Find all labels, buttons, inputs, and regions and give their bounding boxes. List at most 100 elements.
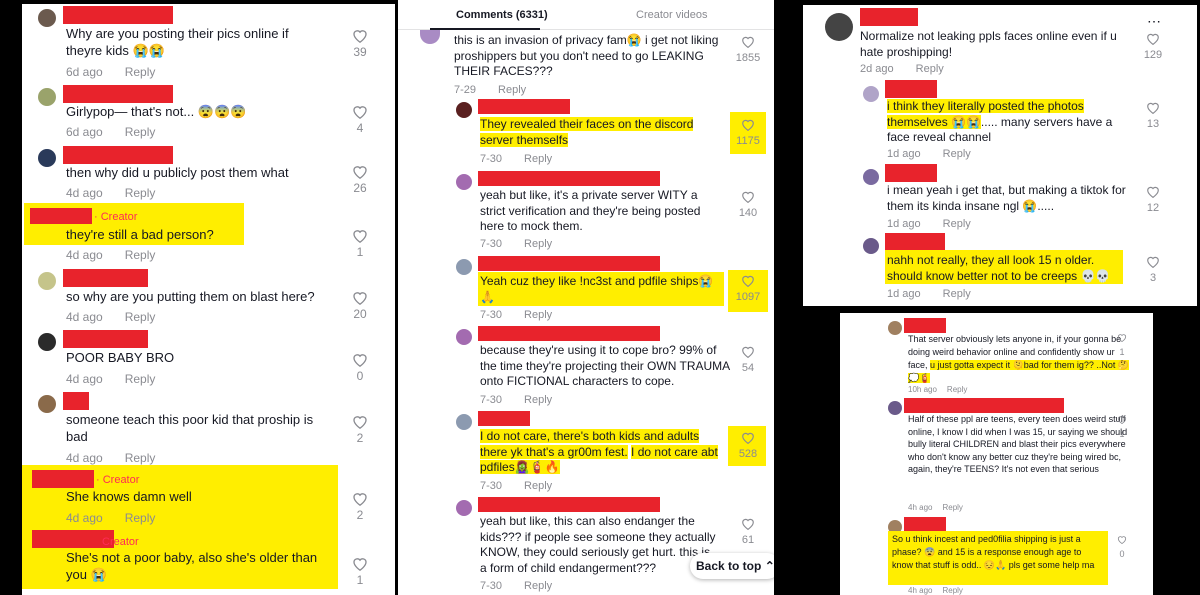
reply-button[interactable]: Reply bbox=[125, 511, 156, 525]
comment-text: Normalize not leaking ppls faces online … bbox=[860, 29, 1117, 59]
more-options-icon[interactable]: ⋯ bbox=[1147, 13, 1161, 30]
like-button[interactable]: 528 bbox=[732, 431, 764, 462]
reply-button[interactable]: Reply bbox=[125, 125, 156, 139]
like-button[interactable]: 2 bbox=[348, 491, 372, 524]
reply-button[interactable]: Reply bbox=[524, 309, 552, 321]
reply-button[interactable]: Reply bbox=[943, 148, 971, 160]
avatar[interactable] bbox=[38, 88, 56, 106]
comment-meta: 4d ago Reply bbox=[66, 248, 156, 262]
heart-icon bbox=[353, 416, 367, 429]
reply-button[interactable]: Reply bbox=[524, 153, 552, 165]
comment-meta: 4h ago Reply bbox=[908, 586, 963, 595]
comment-meta: 1d ago Reply bbox=[887, 288, 971, 300]
username-redacted bbox=[478, 497, 660, 512]
like-count: 39 bbox=[353, 45, 367, 59]
reply-button[interactable]: Reply bbox=[125, 372, 156, 386]
reply-button[interactable]: Reply bbox=[524, 238, 552, 250]
avatar[interactable] bbox=[38, 9, 56, 27]
like-button[interactable]: 1 bbox=[1114, 415, 1130, 442]
avatar[interactable] bbox=[38, 333, 56, 351]
heart-icon bbox=[1147, 186, 1159, 198]
comment-text: She's not a poor baby, also she's older … bbox=[66, 550, 318, 582]
comment-text: nahh not really, they all look 15 n olde… bbox=[887, 253, 1111, 283]
reply-button[interactable]: Reply bbox=[125, 451, 156, 465]
like-count: 20 bbox=[353, 307, 367, 321]
like-button[interactable]: 4 bbox=[348, 104, 372, 137]
like-button[interactable]: 12 bbox=[1139, 185, 1167, 216]
tab-comments[interactable]: Comments (6331) bbox=[456, 9, 548, 21]
comment-text: someone teach this poor kid that proship… bbox=[66, 412, 314, 444]
avatar[interactable] bbox=[38, 149, 56, 167]
like-button[interactable]: 39 bbox=[348, 28, 372, 61]
tab-creator-videos[interactable]: Creator videos bbox=[636, 9, 708, 21]
username-redacted bbox=[63, 330, 148, 348]
like-button[interactable]: 129 bbox=[1139, 32, 1167, 63]
reply-button[interactable]: Reply bbox=[916, 63, 944, 75]
like-button[interactable]: 2 bbox=[348, 414, 372, 447]
reply-button[interactable]: Reply bbox=[125, 186, 156, 200]
comments-panel-3: Normalize not leaking ppls faces online … bbox=[803, 5, 1197, 306]
like-button[interactable]: 1097 bbox=[732, 274, 764, 305]
heart-icon bbox=[1147, 33, 1159, 45]
avatar[interactable] bbox=[456, 500, 472, 516]
like-button[interactable]: 1 bbox=[348, 228, 372, 261]
username-redacted bbox=[860, 8, 918, 26]
avatar[interactable] bbox=[420, 30, 440, 44]
avatar[interactable] bbox=[456, 329, 472, 345]
like-button[interactable]: 61 bbox=[732, 517, 764, 548]
comment-meta: 4d ago Reply bbox=[66, 511, 156, 525]
avatar[interactable] bbox=[863, 169, 879, 185]
reply-button[interactable]: Reply bbox=[942, 503, 962, 512]
avatar[interactable] bbox=[825, 13, 853, 41]
comment-meta: 7-30 Reply bbox=[480, 580, 553, 592]
reply-button[interactable]: Reply bbox=[125, 248, 156, 262]
avatar[interactable] bbox=[863, 86, 879, 102]
like-button[interactable]: 54 bbox=[732, 345, 764, 376]
like-button[interactable]: 1 bbox=[348, 556, 372, 589]
reply-button[interactable]: Reply bbox=[943, 288, 971, 300]
like-count: 3 bbox=[1149, 272, 1157, 284]
back-to-top-button[interactable]: Back to top ⌃ bbox=[690, 553, 774, 579]
avatar[interactable] bbox=[456, 259, 472, 275]
avatar[interactable] bbox=[456, 414, 472, 430]
avatar[interactable] bbox=[888, 321, 902, 335]
reply-button[interactable]: Reply bbox=[524, 580, 552, 592]
username-redacted bbox=[885, 233, 945, 251]
reply-button[interactable]: Reply bbox=[125, 310, 156, 324]
like-button[interactable]: 0 bbox=[1114, 535, 1130, 562]
like-count: 528 bbox=[738, 448, 758, 460]
reply-button[interactable]: Reply bbox=[524, 480, 552, 492]
comment-text: yeah but like, it's a private server WIT… bbox=[480, 188, 701, 234]
like-count: 1 bbox=[1119, 347, 1125, 357]
avatar[interactable] bbox=[863, 238, 879, 254]
like-button[interactable]: 0 bbox=[348, 352, 372, 385]
reply-button[interactable]: Reply bbox=[125, 65, 156, 79]
comment-meta: 7-29 Reply bbox=[454, 84, 527, 96]
avatar[interactable] bbox=[456, 174, 472, 190]
like-button[interactable]: 1175 bbox=[732, 118, 764, 149]
comment-meta: 6d ago Reply bbox=[66, 65, 156, 79]
reply-button[interactable]: Reply bbox=[942, 586, 962, 595]
like-button[interactable]: 1 bbox=[1114, 333, 1130, 360]
reply-button[interactable]: Reply bbox=[943, 218, 971, 230]
like-button[interactable]: 1855 bbox=[732, 35, 764, 66]
reply-button[interactable]: Reply bbox=[498, 84, 526, 96]
reply-button[interactable]: Reply bbox=[524, 394, 552, 406]
avatar[interactable] bbox=[456, 102, 472, 118]
avatar[interactable] bbox=[38, 395, 56, 413]
like-button[interactable]: 140 bbox=[732, 190, 764, 221]
comment-text: POOR BABY BRO bbox=[66, 350, 175, 365]
avatar[interactable] bbox=[888, 401, 902, 415]
like-button[interactable]: 13 bbox=[1139, 101, 1167, 132]
heart-icon bbox=[353, 166, 367, 179]
comment-text: Girlypop— that's not... 😨😨😨 bbox=[66, 104, 247, 119]
like-button[interactable]: 26 bbox=[348, 164, 372, 197]
like-button[interactable]: 20 bbox=[348, 290, 372, 323]
comment-meta: 1d ago Reply bbox=[887, 148, 971, 160]
comment-text: they're still a bad person? bbox=[66, 227, 214, 242]
like-button[interactable]: 3 bbox=[1139, 255, 1167, 286]
avatar[interactable] bbox=[38, 272, 56, 290]
comment-text: She knows damn well bbox=[66, 489, 192, 504]
like-count: 0 bbox=[356, 369, 364, 383]
reply-button[interactable]: Reply bbox=[947, 385, 967, 394]
